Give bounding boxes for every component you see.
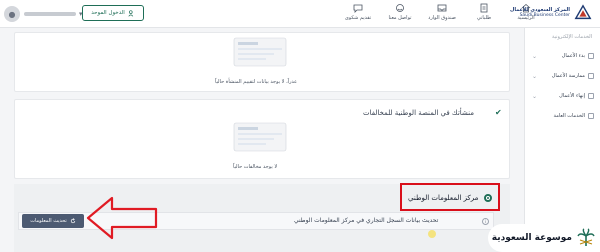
empty-state-illustration — [233, 122, 287, 152]
check-icon: ✔ — [495, 108, 502, 117]
violations-card: ✔ منشأتك في المنصة الوطنية للمخالفات لا … — [14, 99, 510, 179]
top-header: ● ▾ الدخول الموحد تقديم شكوى تواصل معنا … — [0, 0, 600, 28]
sidebar-item-label: إنهاء الأعمال — [559, 93, 585, 99]
annotation-arrow-icon — [86, 196, 158, 240]
contact-icon — [396, 4, 404, 12]
empty-state-text: لا يوجد مخالفات حالياً — [233, 164, 278, 170]
sidebar-heading: الخدمات الإلكترونية — [551, 34, 592, 40]
empty-state-text: عذراً، لا يوجد بيانات لتقييم المنشأة حال… — [215, 79, 298, 85]
building-icon — [588, 73, 594, 79]
chevron-down-icon: ⌄ — [532, 72, 538, 80]
sidebar: الخدمات الإلكترونية ⌄ بدء الأعمال ⌄ ممار… — [524, 28, 600, 252]
palm-logo-icon — [577, 228, 595, 246]
info-icon: i — [482, 218, 489, 225]
update-button-label: تحديث المعلومات — [30, 218, 67, 224]
chevron-down-icon: ⌄ — [532, 92, 538, 100]
logo-english-text: Saudi Business Center — [519, 13, 570, 19]
users-icon — [128, 9, 133, 17]
mouse-cursor-highlight — [428, 230, 436, 238]
sidebar-item-practice-business[interactable]: ⌄ ممارسة الأعمال — [532, 70, 594, 82]
sidebar-item-label: ممارسة الأعمال — [551, 73, 585, 79]
inbox-icon — [437, 4, 447, 12]
nav-label: تقديم شكوى — [344, 15, 372, 21]
nafath-login-button[interactable]: الدخول الموحد — [82, 5, 144, 21]
nav-label: صندوق الوارد — [428, 15, 456, 21]
watermark-text: موسوعة السعودية — [491, 233, 572, 243]
sidebar-item-end-business[interactable]: ⌄ إنهاء الأعمال — [532, 90, 594, 102]
refresh-icon — [70, 218, 75, 224]
evaluation-card: عذراً، لا يوجد بيانات لتقييم المنشأة حال… — [14, 32, 510, 92]
user-menu[interactable]: ● ▾ — [4, 6, 83, 22]
nav-item-inbox[interactable]: صندوق الوارد — [424, 3, 460, 21]
sidebar-item-public-services[interactable]: الخدمات العامة — [532, 110, 594, 122]
watermark: موسوعة السعودية — [488, 224, 600, 252]
nav-label: تواصل معنا — [388, 15, 412, 21]
services-icon — [588, 113, 594, 119]
nav-item-complaint[interactable]: تقديم شكوى — [340, 3, 376, 21]
update-info-button[interactable]: تحديث المعلومات — [22, 214, 84, 228]
chevron-down-icon: ⌄ — [532, 52, 538, 60]
requests-icon — [480, 3, 488, 13]
avatar: ● — [4, 6, 20, 22]
briefcase-icon — [588, 53, 594, 59]
sbc-logo-mark-icon — [574, 4, 592, 20]
login-label: الدخول الموحد — [91, 10, 125, 16]
violations-title: منشأتك في المنصة الوطنية للمخالفات — [363, 109, 475, 117]
update-row-text: تحديث بيانات السجل التجاري في مركز المعل… — [294, 217, 439, 224]
exit-icon — [588, 93, 594, 99]
highlight-box — [400, 183, 500, 211]
sidebar-item-label: بدء الأعمال — [561, 53, 585, 59]
sbc-logo[interactable]: المركز السعودي للأعمال Saudi Business Ce… — [510, 4, 592, 22]
sidebar-item-start-business[interactable]: ⌄ بدء الأعمال — [532, 50, 594, 62]
nav-label: طلباتي — [476, 15, 492, 21]
nav-item-contact[interactable]: تواصل معنا — [382, 3, 418, 21]
user-name-blurred — [24, 12, 76, 16]
nav-item-requests[interactable]: طلباتي — [466, 3, 502, 21]
empty-state-illustration — [233, 37, 287, 67]
complaint-icon — [353, 4, 363, 13]
sidebar-item-label: الخدمات العامة — [553, 113, 585, 119]
